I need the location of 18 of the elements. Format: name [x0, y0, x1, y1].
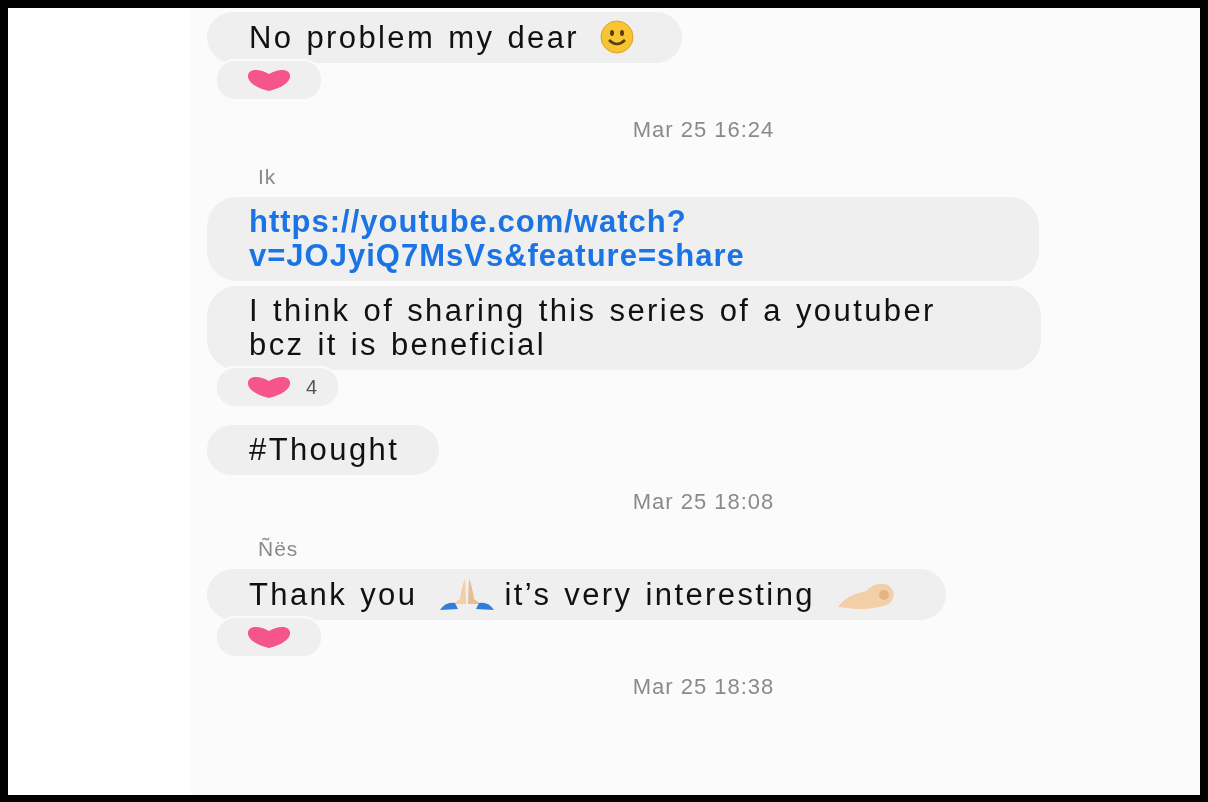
message-link[interactable]: https://youtube.com/watch?v=JOJyiQ7MsVs&feature=share	[249, 205, 999, 273]
message-text: No problem my dear	[249, 20, 580, 55]
message-text: #Thought	[249, 432, 400, 467]
message-text: I think of sharing this series of a youtuber bcz it is beneficial	[249, 293, 936, 362]
message-text: it’s very interesting	[504, 577, 815, 612]
smiley-icon	[600, 20, 635, 54]
timestamp: Mar 25 16:24	[632, 117, 775, 142]
timestamp: Mar 25 18:08	[632, 489, 775, 514]
heart-icon	[246, 625, 292, 649]
reaction-pill[interactable]: 4	[215, 366, 341, 408]
timestamp: Mar 25 18:38	[632, 674, 775, 699]
sender-name: Ik	[258, 165, 277, 188]
heart-icon	[246, 68, 292, 92]
praying-hands-icon	[438, 577, 497, 611]
heart-icon	[246, 375, 292, 399]
sender-name: Ñës	[258, 537, 299, 560]
message-text: Thank you	[249, 577, 418, 612]
reaction-count: 4	[306, 375, 318, 399]
